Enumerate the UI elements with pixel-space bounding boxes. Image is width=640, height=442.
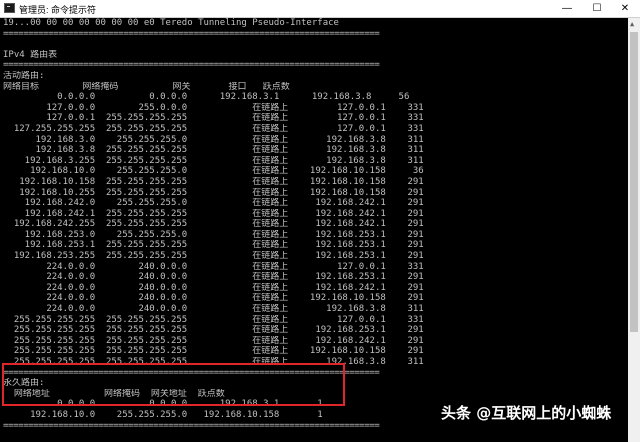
console-line: 255.255.255.255 255.255.255.255 在链路上 127… [3, 314, 424, 325]
console-line: 192.168.242.0 255.255.255.0 在链路上 192.168… [3, 198, 424, 209]
console-line: 192.168.242.255 255.255.255.255 在链路上 192… [3, 219, 424, 230]
console-line: 224.0.0.0 240.0.0.0 在链路上 192.168.242.1 2… [3, 282, 424, 293]
console-line: 192.168.10.0 255.255.255.0 在链路上 192.168.… [3, 166, 424, 177]
console-line: ========================================… [3, 60, 380, 71]
console-line: 网络地址 网络掩码 网关地址 跃点数 [3, 388, 225, 399]
console-line: 224.0.0.0 240.0.0.0 在链路上 192.168.253.1 2… [3, 272, 424, 283]
console-line: 127.0.0.0 255.0.0.0 在链路上 127.0.0.1 331 [3, 102, 424, 113]
console-line: 192.168.253.0 255.255.255.0 在链路上 192.168… [3, 229, 424, 240]
console-line: 0.0.0.0 0.0.0.0 192.168.3.1 192.168.3.8 … [3, 92, 410, 103]
console-line: 224.0.0.0 240.0.0.0 在链路上 127.0.0.1 331 [3, 261, 424, 272]
console-line: 192.168.3.8 255.255.255.255 在链路上 192.168… [3, 145, 424, 156]
close-button[interactable]: ✕ [610, 0, 640, 17]
console-line: 127.255.255.255 255.255.255.255 在链路上 127… [3, 123, 424, 134]
console-line: 127.0.0.1 255.255.255.255 在链路上 127.0.0.1… [3, 113, 424, 124]
console-line: 192.168.3.0 255.255.255.0 在链路上 192.168.3… [3, 134, 424, 145]
minimize-button[interactable]: — [552, 0, 582, 17]
console-line: 192.168.10.255 255.255.255.255 在链路上 192.… [3, 187, 424, 198]
console-line: ========================================… [3, 367, 380, 378]
console-line: ========================================… [3, 28, 380, 39]
console-line: 活动路由: [3, 70, 45, 81]
scrollbar-thumb[interactable] [630, 32, 638, 332]
console-line: 255.255.255.255 255.255.255.255 在链路上 192… [3, 346, 424, 357]
title-bar[interactable]: 管理员: 命令提示符 — ☐ ✕ [0, 0, 640, 18]
console-line: 192.168.3.255 255.255.255.255 在链路上 192.1… [3, 155, 424, 166]
console-line: 网络目标 网络掩码 网关 接口 跃点数 [3, 81, 290, 92]
console-line: 19...00 00 00 00 00 00 00 e0 Teredo Tunn… [3, 18, 339, 28]
console-line: 255.255.255.255 255.255.255.255 在链路上 192… [3, 325, 424, 336]
console-line: 224.0.0.0 240.0.0.0 在链路上 192.168.3.8 311 [3, 304, 424, 315]
console-line: 192.168.253.255 255.255.255.255 在链路上 192… [3, 251, 424, 262]
console-line: 192.168.253.1 255.255.255.255 在链路上 192.1… [3, 240, 424, 251]
console-line: 224.0.0.0 240.0.0.0 在链路上 192.168.10.158 … [3, 293, 424, 304]
maximize-button[interactable]: ☐ [582, 0, 612, 17]
console-line: 192.168.242.1 255.255.255.255 在链路上 192.1… [3, 208, 424, 219]
console-line: 永久路由: [3, 378, 45, 389]
console-output[interactable]: 19...00 00 00 00 00 00 00 e0 Teredo Tunn… [0, 18, 628, 442]
console-icon [4, 3, 15, 13]
console-line: IPv4 路由表 [3, 49, 58, 60]
console-line: 255.255.255.255 255.255.255.255 在链路上 192… [3, 335, 424, 346]
console-line: 192.168.10.158 255.255.255.255 在链路上 192.… [3, 176, 424, 187]
scroll-up-icon[interactable]: ▲ [630, 20, 634, 28]
vertical-scrollbar[interactable]: ▲ [628, 18, 640, 442]
watermark: 头条 @互联网上的小蜘蛛 [441, 404, 612, 422]
console-line: 255.255.255.255 255.255.255.255 在链路上 192… [3, 357, 424, 367]
window-title: 管理员: 命令提示符 [19, 5, 97, 15]
